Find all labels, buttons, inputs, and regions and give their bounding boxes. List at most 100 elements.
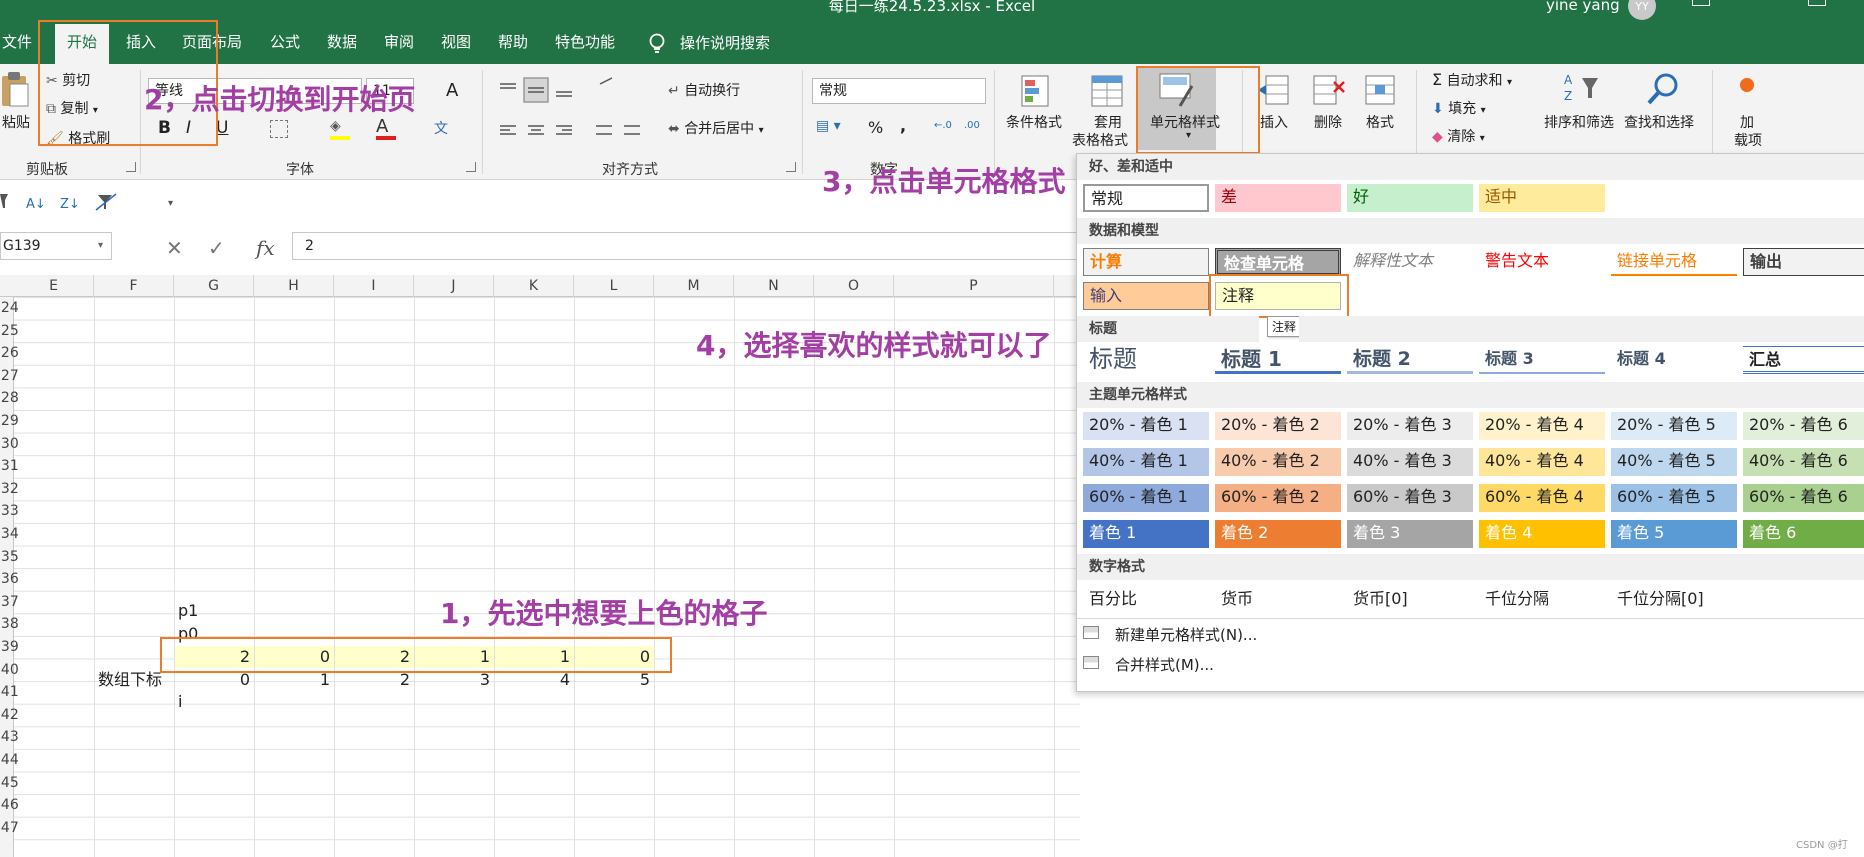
column-header[interactable]: I bbox=[334, 275, 414, 297]
fill-color-button[interactable]: ◈ bbox=[330, 118, 350, 140]
row-header[interactable]: 124 bbox=[0, 297, 19, 320]
delete-cells-icon[interactable] bbox=[1310, 72, 1346, 108]
percent-button[interactable]: % bbox=[868, 118, 883, 137]
row-header[interactable]: 139 bbox=[0, 636, 19, 659]
column-header[interactable]: G bbox=[174, 275, 254, 297]
style-40-accent-6[interactable]: 40% - 着色 6 bbox=[1743, 448, 1864, 476]
tell-me-search[interactable]: 操作说明搜索 bbox=[680, 32, 770, 53]
style-60-accent-6[interactable]: 60% - 着色 6 bbox=[1743, 484, 1864, 512]
row-header[interactable]: 129 bbox=[0, 410, 19, 433]
formula-bar-input[interactable]: 2 bbox=[292, 232, 1082, 260]
confirm-icon[interactable]: ✓ bbox=[208, 236, 225, 260]
paste-button[interactable]: 粘贴 bbox=[2, 112, 30, 132]
row-header[interactable]: 135 bbox=[0, 546, 19, 569]
style-input[interactable]: 输入 bbox=[1083, 282, 1209, 310]
column-header[interactable]: J bbox=[414, 275, 494, 297]
style-20-accent-5[interactable]: 20% - 着色 5 bbox=[1611, 412, 1737, 440]
chevron-down-icon[interactable]: ▾ bbox=[98, 240, 103, 251]
style-warning[interactable]: 警告文本 bbox=[1479, 248, 1605, 276]
row-header[interactable]: 127 bbox=[0, 365, 19, 388]
style-accent-1[interactable]: 着色 1 bbox=[1083, 520, 1209, 548]
chevron-down-icon[interactable]: ▾ bbox=[759, 125, 764, 136]
find-select-icon[interactable] bbox=[1644, 70, 1684, 110]
row-header[interactable]: 136 bbox=[0, 568, 19, 591]
lightbulb-icon[interactable] bbox=[646, 32, 668, 56]
style-60-accent-4[interactable]: 60% - 着色 4 bbox=[1479, 484, 1605, 512]
style-currency-0[interactable]: 货币[0] bbox=[1347, 586, 1473, 614]
cell-i[interactable]: i bbox=[178, 691, 182, 713]
row-header[interactable]: 137 bbox=[0, 591, 19, 614]
fill-button[interactable]: ⬇ 填充 ▾ bbox=[1432, 98, 1486, 118]
insert-cells-icon[interactable] bbox=[1256, 72, 1292, 108]
style-60-accent-1[interactable]: 60% - 着色 1 bbox=[1083, 484, 1209, 512]
style-20-accent-4[interactable]: 20% - 着色 4 bbox=[1479, 412, 1605, 440]
style-60-accent-5[interactable]: 60% - 着色 5 bbox=[1611, 484, 1737, 512]
style-title[interactable]: 标题 bbox=[1083, 344, 1209, 376]
style-40-accent-5[interactable]: 40% - 着色 5 bbox=[1611, 448, 1737, 476]
style-60-accent-3[interactable]: 60% - 着色 3 bbox=[1347, 484, 1473, 512]
style-heading-3[interactable]: 标题 3 bbox=[1479, 346, 1605, 374]
worksheet-grid[interactable]: p1 p0 2 0 2 1 1 0 数组下标 0 1 2 3 4 5 i bbox=[14, 297, 1080, 857]
number-format-select[interactable]: 常规 bbox=[812, 78, 986, 104]
style-40-accent-1[interactable]: 40% - 着色 1 bbox=[1083, 448, 1209, 476]
tab-data[interactable]: 数据 bbox=[327, 30, 357, 64]
row-header[interactable]: 145 bbox=[0, 772, 19, 795]
style-40-accent-3[interactable]: 40% - 着色 3 bbox=[1347, 448, 1473, 476]
autosum-button[interactable]: Σ 自动求和 ▾ bbox=[1432, 70, 1512, 90]
restore-icon[interactable] bbox=[1808, 0, 1826, 6]
column-header[interactable]: O bbox=[814, 275, 894, 297]
insert-cells-button[interactable]: 插入 bbox=[1260, 112, 1288, 132]
cancel-icon[interactable]: ✕ bbox=[166, 236, 183, 260]
font-launcher-icon[interactable] bbox=[466, 162, 476, 172]
row-header[interactable]: 128 bbox=[0, 387, 19, 410]
tab-view[interactable]: 视图 bbox=[441, 30, 471, 64]
row-header[interactable]: 134 bbox=[0, 523, 19, 546]
ribbon-display-icon[interactable] bbox=[1692, 0, 1710, 6]
style-comma[interactable]: 千位分隔 bbox=[1479, 586, 1605, 614]
accounting-format-button[interactable]: ▤ ▾ bbox=[816, 118, 841, 134]
tab-help[interactable]: 帮助 bbox=[498, 30, 528, 64]
style-20-accent-6[interactable]: 20% - 着色 6 bbox=[1743, 412, 1864, 440]
format-cells-icon[interactable] bbox=[1362, 72, 1398, 108]
merge-center-button[interactable]: ⬌ 合并后居中 ▾ bbox=[668, 118, 764, 138]
style-accent-6[interactable]: 着色 6 bbox=[1743, 520, 1864, 548]
style-heading-2[interactable]: 标题 2 bbox=[1347, 346, 1473, 374]
font-color-button[interactable]: A bbox=[376, 116, 396, 140]
column-header[interactable]: N bbox=[734, 275, 814, 297]
sort-filter-quick-icons[interactable]: A↓ Z↓ ▾ bbox=[0, 190, 190, 214]
decrease-decimal-icon[interactable]: .00 bbox=[964, 120, 980, 131]
style-heading-4[interactable]: 标题 4 bbox=[1611, 346, 1737, 374]
cell-p1[interactable]: p1 bbox=[178, 600, 198, 622]
conditional-format-button[interactable]: 条件格式 bbox=[1006, 112, 1062, 132]
find-select-button[interactable]: 查找和选择 bbox=[1624, 112, 1694, 132]
chevron-down-icon[interactable]: ▾ bbox=[1480, 133, 1485, 144]
column-header[interactable]: F bbox=[94, 275, 174, 297]
wrap-text-button[interactable]: ↵ 自动换行 bbox=[668, 80, 740, 100]
style-calculation[interactable]: 计算 bbox=[1083, 248, 1209, 276]
format-as-table-icon[interactable] bbox=[1090, 74, 1128, 110]
insert-function-icon[interactable]: fx bbox=[256, 236, 275, 260]
alignment-icons[interactable] bbox=[496, 76, 646, 140]
style-20-accent-2[interactable]: 20% - 着色 2 bbox=[1215, 412, 1341, 440]
column-header[interactable]: K bbox=[494, 275, 574, 297]
style-check-cell[interactable]: 检查单元格 bbox=[1215, 248, 1341, 276]
row-header[interactable]: 140 bbox=[0, 659, 19, 682]
name-box[interactable]: G139 bbox=[0, 232, 112, 260]
row-header[interactable]: 138 bbox=[0, 613, 19, 636]
row-header[interactable]: 130 bbox=[0, 433, 19, 456]
user-name[interactable]: yine yang bbox=[1546, 0, 1620, 14]
row-header[interactable]: 143 bbox=[0, 726, 19, 749]
alignment-launcher-icon[interactable] bbox=[786, 162, 796, 172]
delete-cells-button[interactable]: 删除 bbox=[1314, 112, 1342, 132]
chevron-down-icon[interactable]: ▾ bbox=[1507, 77, 1512, 88]
style-accent-2[interactable]: 着色 2 bbox=[1215, 520, 1341, 548]
row-header[interactable]: 131 bbox=[0, 455, 19, 478]
style-60-accent-2[interactable]: 60% - 着色 2 bbox=[1215, 484, 1341, 512]
row-header[interactable]: 125 bbox=[0, 320, 19, 343]
row-header[interactable]: 126 bbox=[0, 342, 19, 365]
style-accent-3[interactable]: 着色 3 bbox=[1347, 520, 1473, 548]
style-heading-1[interactable]: 标题 1 bbox=[1215, 346, 1341, 374]
style-accent-4[interactable]: 着色 4 bbox=[1479, 520, 1605, 548]
style-20-accent-1[interactable]: 20% - 着色 1 bbox=[1083, 412, 1209, 440]
style-20-accent-3[interactable]: 20% - 着色 3 bbox=[1347, 412, 1473, 440]
